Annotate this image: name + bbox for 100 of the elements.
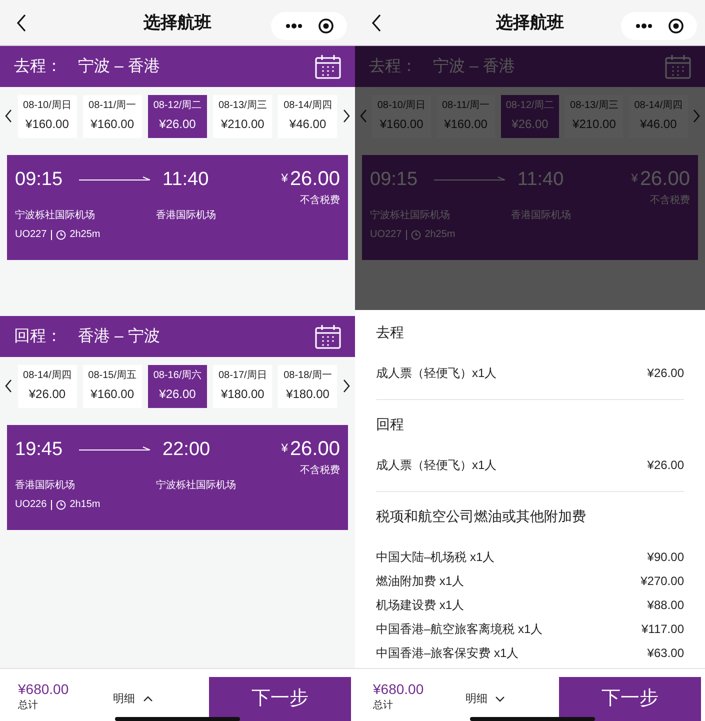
clock-icon	[56, 500, 66, 510]
calendar-button[interactable]	[315, 324, 341, 349]
duration-text: 2h15m	[70, 498, 100, 512]
date-text: 08-14/周四	[634, 100, 683, 112]
calendar-icon	[665, 54, 691, 79]
chevron-right-icon	[692, 109, 701, 123]
price-text: ¥210.00	[220, 117, 264, 132]
date-tab[interactable]: 08-14/周四 ¥46.00	[278, 94, 338, 138]
flight-number: UO227	[15, 228, 47, 242]
date-text: 08-13/周三	[570, 100, 618, 112]
duration-text: 2h25m	[70, 228, 100, 242]
arrival-time: 11:40	[162, 170, 209, 188]
date-text: 08-10/周日	[23, 100, 72, 112]
flight-price: 26.00	[640, 169, 690, 189]
total-label: 总计	[18, 698, 39, 713]
section-heading: 回程	[376, 415, 405, 434]
leg-label: 回程：	[14, 326, 62, 346]
date-tab[interactable]: 08-10/周日 ¥160.00	[18, 94, 77, 138]
flight-price: 26.00	[290, 169, 340, 189]
date-text: 08-10/周日	[377, 100, 426, 112]
route-text: 宁波 – 香港	[78, 56, 160, 76]
fee-amount: ¥117.00	[642, 621, 684, 638]
price-text: ¥26.00	[28, 387, 66, 402]
fee-amount: ¥90.00	[647, 549, 684, 566]
date-tab[interactable]: 08-18/周一 ¥180.00	[278, 364, 338, 408]
date-text: 08-12/周二	[153, 100, 202, 112]
date-text: 08-17/周日	[218, 370, 267, 382]
departure-time: 19:45	[15, 440, 63, 458]
arrival-time: 11:40	[518, 170, 564, 188]
back-icon	[371, 12, 382, 32]
section-heading: 去程	[376, 323, 405, 342]
date-tab[interactable]: 08-17/周日 ¥180.00	[213, 364, 272, 408]
price-text: ¥180.00	[286, 387, 330, 402]
fee-amount: ¥63.00	[647, 645, 684, 662]
chevron-right-icon	[342, 109, 351, 123]
currency-symbol: ¥	[281, 440, 288, 457]
route-text: 宁波 – 香港	[433, 56, 515, 76]
next-button[interactable]: 下一步	[558, 677, 701, 721]
price-text: ¥160.00	[90, 117, 134, 132]
capsule-menu[interactable]	[621, 12, 697, 40]
leg-label: 去程：	[14, 56, 62, 76]
clock-icon	[410, 230, 421, 240]
price-text: ¥160.00	[444, 117, 488, 132]
tax-note: 不含税费	[649, 194, 690, 208]
target-icon[interactable]	[668, 18, 684, 34]
arrival-time: 22:00	[162, 440, 210, 458]
airport-name: 香港国际机场	[15, 478, 76, 493]
date-tab[interactable]: 08-13/周三 ¥210.00	[213, 94, 272, 138]
details-toggle[interactable]: 明细	[465, 691, 506, 708]
fee-label: 成人票（轻便飞）x1人	[376, 457, 497, 474]
back-icon	[16, 12, 27, 32]
airport-name: 宁波栎社国际机场	[15, 208, 96, 223]
date-tab[interactable]: 08-11/周一 ¥160.00	[82, 94, 142, 138]
flight-number: UO227	[370, 228, 402, 242]
chevron-left-icon	[4, 109, 14, 123]
calendar-button[interactable]	[315, 54, 341, 79]
next-button[interactable]: 下一步	[208, 677, 351, 721]
date-tab[interactable]: 08-15/周五 ¥160.00	[82, 364, 142, 408]
capsule-menu[interactable]	[271, 12, 347, 40]
departure-time: 09:15	[15, 170, 63, 188]
price-text: ¥180.00	[220, 387, 264, 402]
more-icon[interactable]	[284, 21, 302, 31]
flight-card[interactable]: 09:15 11:40 ¥26.00 不含税费 宁波栎社国际机场 香港国际机场 UO227 2h25m	[7, 155, 348, 260]
chevron-right-icon	[342, 379, 351, 393]
airport-name: 香港国际机场	[156, 208, 216, 223]
tax-note: 不含税费	[299, 194, 340, 208]
date-tab[interactable]: 08-14/周四 ¥26.00	[18, 364, 77, 408]
flight-card[interactable]: 19:45 22:00 ¥26.00 不含税费 香港国际机场 宁波栎社国际机场 UO226 2h15m	[7, 425, 348, 530]
price-text: ¥26.00	[159, 387, 196, 402]
fee-label: 机场建设费 x1人	[376, 597, 464, 614]
date-tab[interactable]: 08-12/周二 ¥26.00	[148, 94, 208, 138]
date-text: 08-14/周四	[284, 100, 332, 112]
fee-label: 成人票（轻便飞）x1人	[376, 365, 497, 382]
clock-icon	[56, 230, 66, 240]
details-toggle[interactable]: 明细	[112, 691, 153, 708]
price-text: ¥46.00	[640, 117, 677, 132]
flight-price: 26.00	[290, 439, 340, 459]
fee-amount: ¥26.00	[647, 457, 684, 474]
price-text: ¥46.00	[289, 117, 326, 132]
duration-text: 2h25m	[424, 228, 456, 242]
target-icon[interactable]	[318, 18, 334, 34]
fee-label: 中国大陆–机场税 x1人	[376, 549, 495, 566]
currency-symbol: ¥	[281, 170, 288, 187]
route-text: 香港 – 宁波	[78, 326, 160, 346]
back-button[interactable]	[371, 12, 382, 32]
date-tab[interactable]: 08-16/周六 ¥26.00	[148, 364, 208, 408]
fee-label: 中国香港–旅客保安费 x1人	[376, 645, 519, 662]
fee-amount: ¥26.00	[647, 365, 684, 382]
page-title: 选择航班	[144, 12, 212, 34]
date-text: 08-11/周一	[442, 100, 490, 112]
more-icon[interactable]	[634, 21, 652, 31]
price-text: ¥26.00	[512, 117, 548, 132]
back-button[interactable]	[16, 12, 27, 32]
date-text: 08-11/周一	[88, 100, 136, 112]
fee-amount: ¥270.00	[640, 573, 684, 590]
date-text: 08-12/周二	[506, 100, 554, 112]
price-text: ¥210.00	[572, 117, 616, 132]
date-text: 08-14/周四	[23, 370, 72, 382]
section-heading: 税项和航空公司燃油或其他附加费	[376, 507, 587, 526]
chevron-left-icon	[4, 379, 14, 393]
